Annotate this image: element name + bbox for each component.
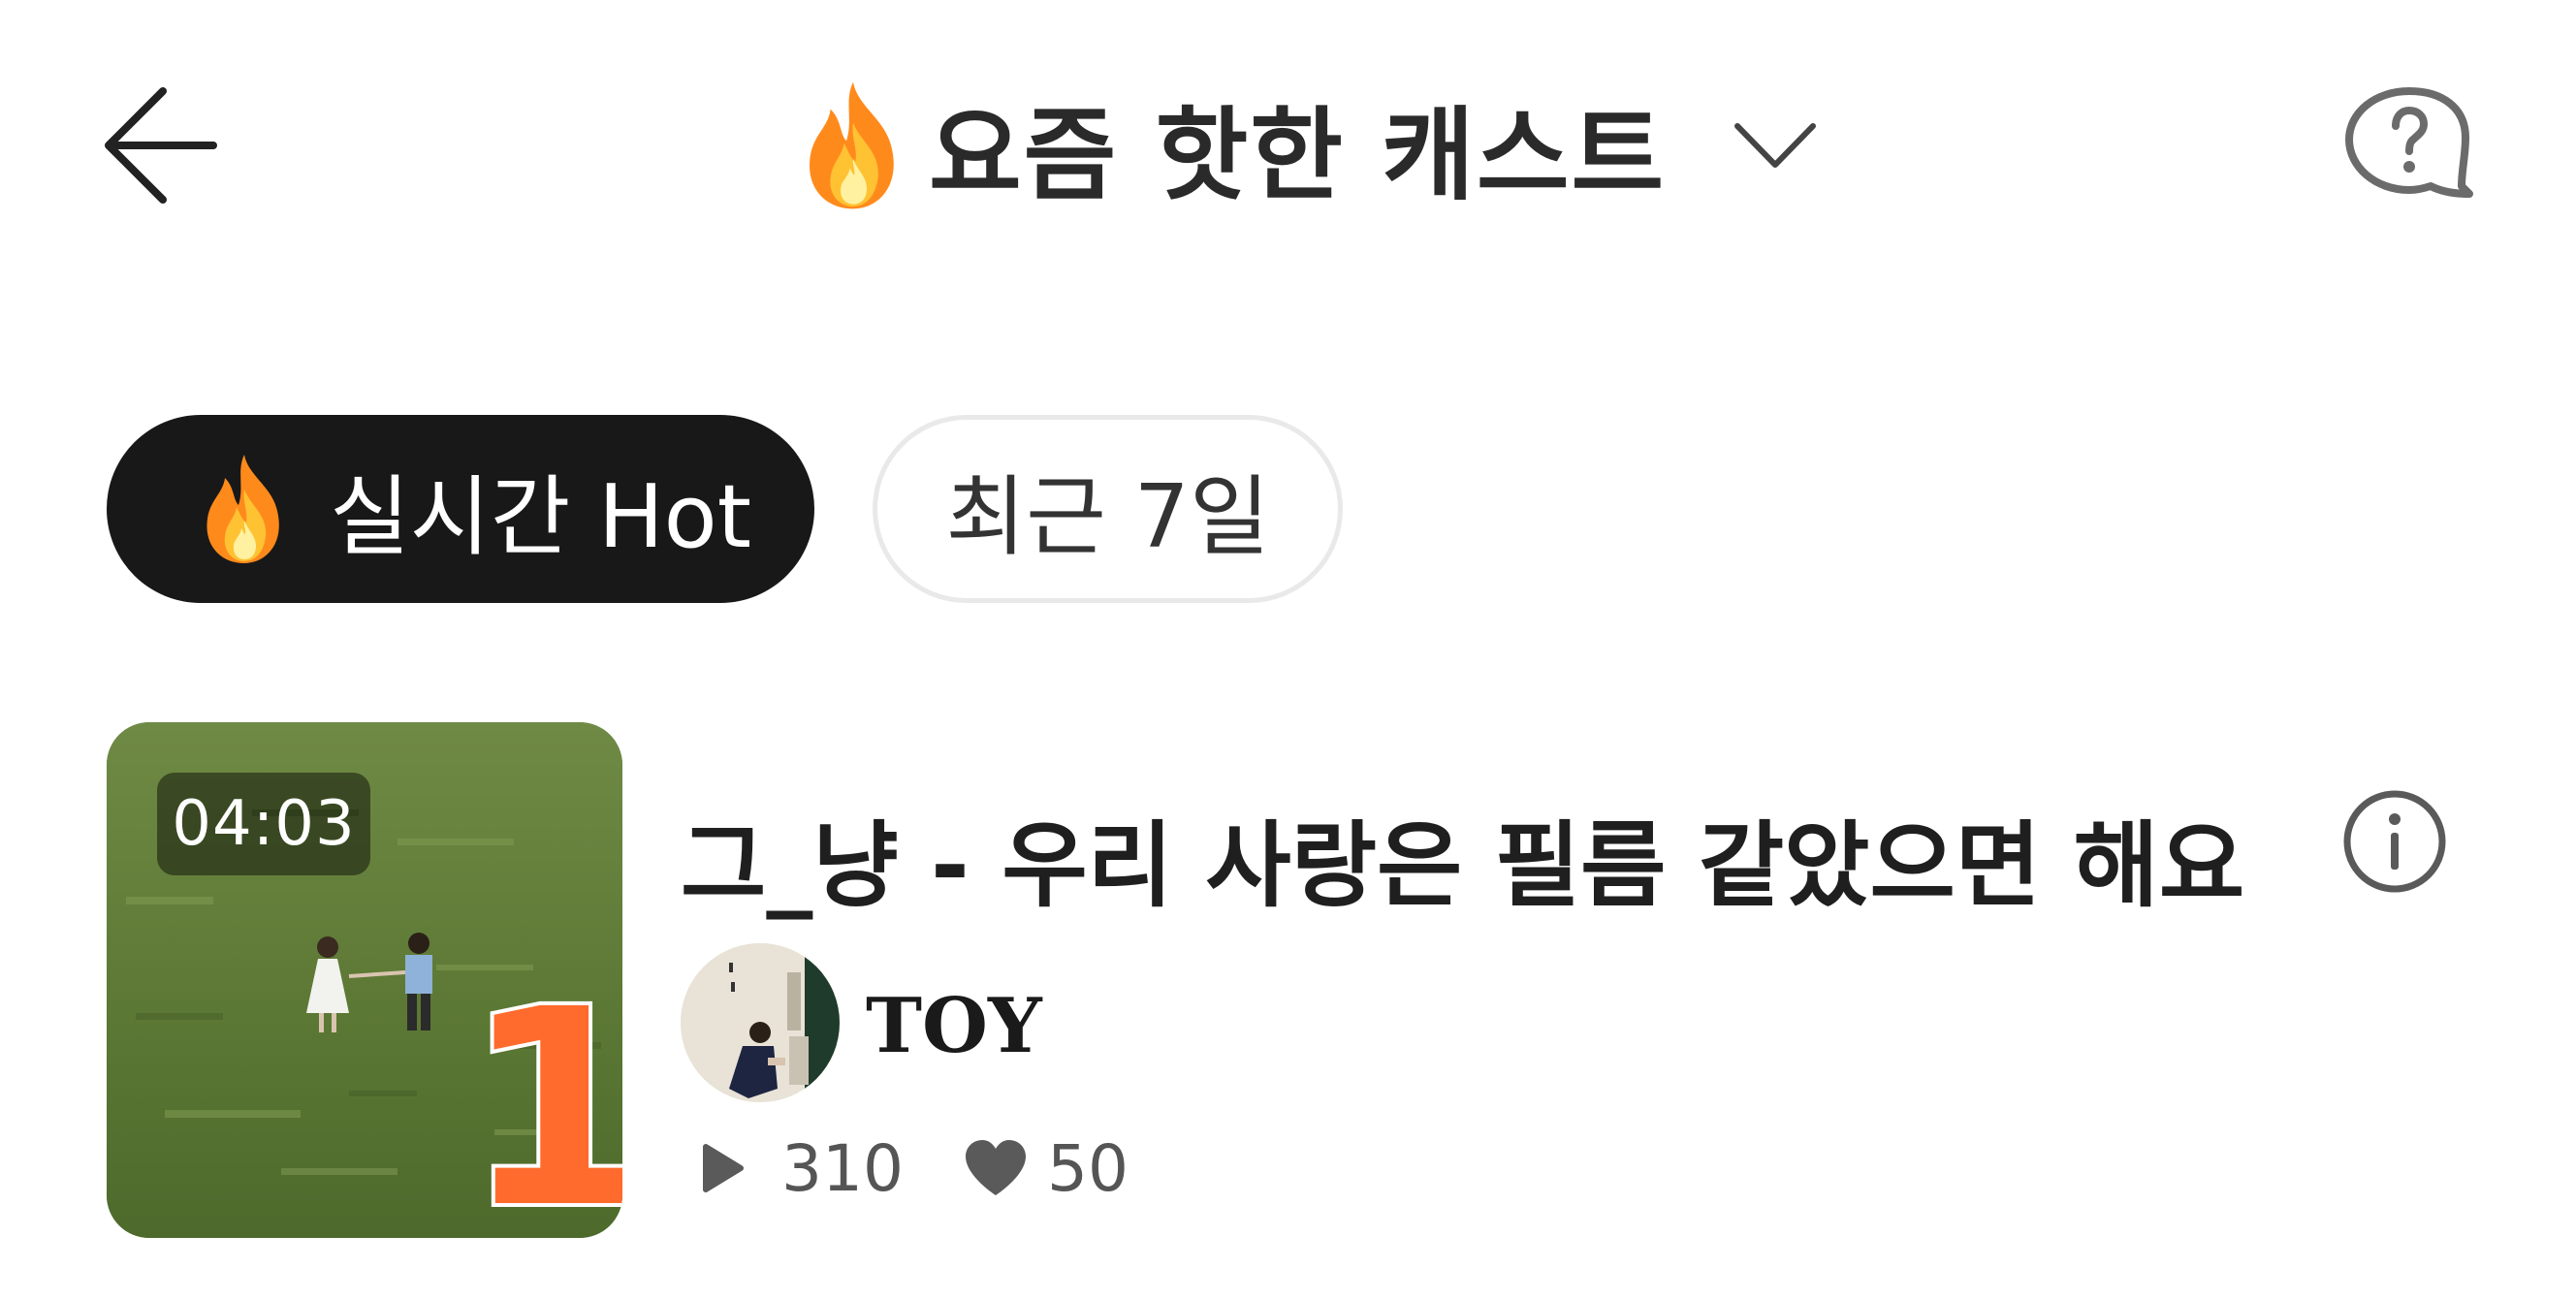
help-bubble-icon bbox=[2345, 87, 2473, 198]
info-icon bbox=[2343, 790, 2446, 893]
help-button[interactable] bbox=[2341, 85, 2477, 206]
fire-icon bbox=[207, 455, 279, 563]
heart-icon bbox=[965, 1140, 1026, 1195]
arrow-left-icon bbox=[105, 87, 217, 204]
play-icon bbox=[703, 1144, 744, 1192]
title-dropdown[interactable]: 요즘 핫한 캐스트 bbox=[795, 68, 1819, 223]
cast-thumbnail[interactable]: 04:03 1 bbox=[107, 722, 622, 1238]
list-item[interactable]: 04:03 1 그_냥 - 우리 사랑은 필름 같았으면 해요 TOY 310 bbox=[107, 722, 2472, 1246]
cast-title[interactable]: 그_냥 - 우리 사랑은 필름 같았으면 해요 bbox=[681, 790, 2244, 925]
tab-label: 실시간 Hot bbox=[330, 466, 752, 568]
like-count: 50 bbox=[1046, 1130, 1129, 1206]
chevron-down-icon bbox=[1734, 123, 1817, 168]
rank-number: 1 bbox=[460, 952, 622, 1238]
channel-avatar[interactable] bbox=[681, 943, 840, 1102]
cast-stats: 310 50 bbox=[698, 1125, 1129, 1212]
channel-name[interactable]: TOY bbox=[866, 982, 1042, 1070]
avatar-image bbox=[681, 943, 840, 1102]
tab-recent-7-days[interactable]: 최근 7일 bbox=[873, 415, 1343, 603]
info-button[interactable] bbox=[2341, 788, 2448, 895]
header-bar: 요즘 핫한 캐스트 bbox=[0, 0, 2576, 291]
duration-badge: 04:03 bbox=[157, 773, 370, 875]
fire-icon bbox=[810, 81, 894, 209]
play-count: 310 bbox=[781, 1130, 904, 1206]
back-button[interactable] bbox=[97, 78, 233, 213]
tab-realtime-hot[interactable]: 실시간 Hot bbox=[107, 415, 814, 603]
tab-label: 최근 7일 bbox=[945, 466, 1270, 568]
page-title: 요즘 핫한 캐스트 bbox=[929, 95, 1667, 214]
